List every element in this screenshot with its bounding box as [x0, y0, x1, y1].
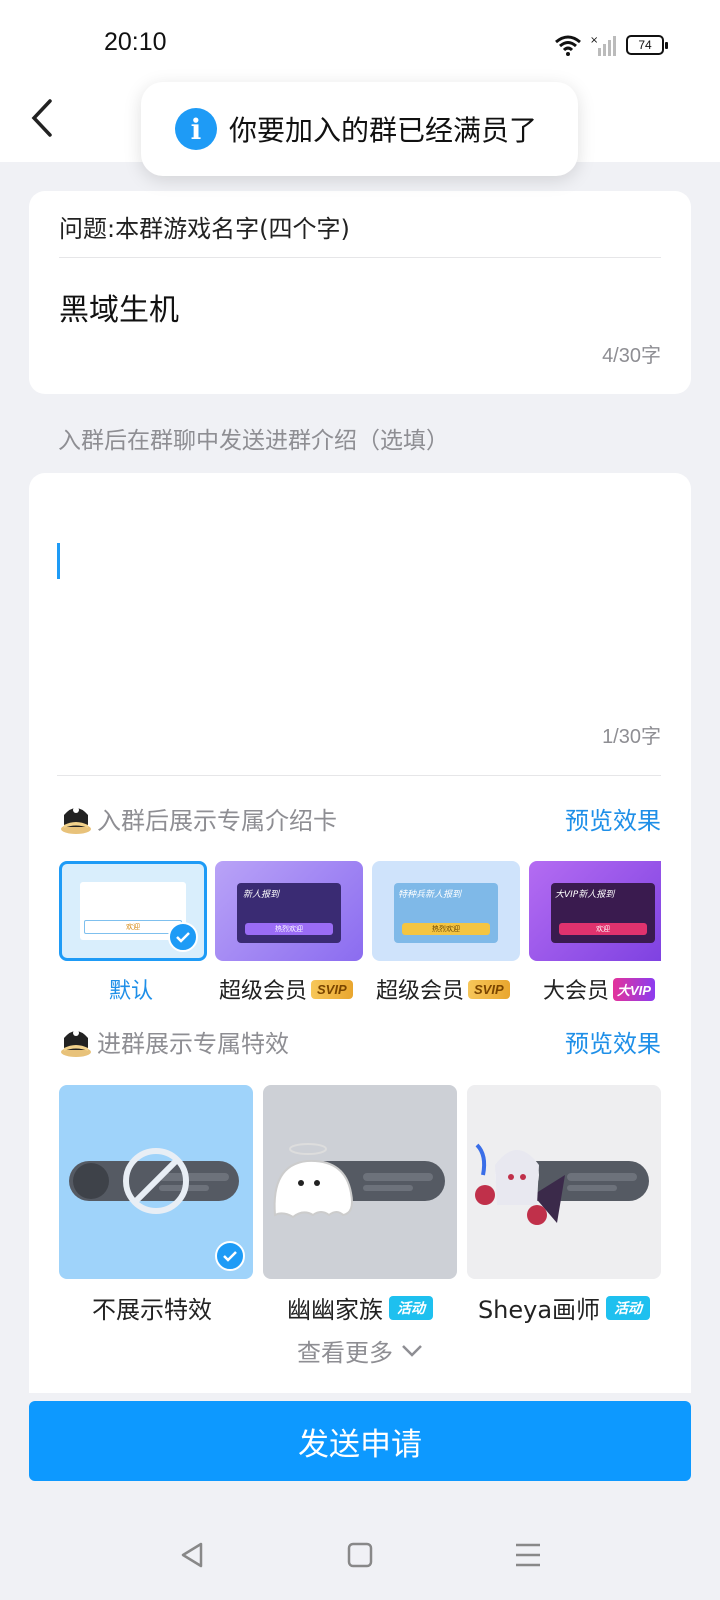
svip-badge: SVIP: [468, 979, 510, 999]
square-home-icon: [347, 1542, 373, 1568]
status-bar: 20:10 × 74: [0, 0, 720, 90]
effects-section-header: 进群展示专属特效 预览效果: [59, 1021, 661, 1061]
card-label-text: 超级会员: [219, 979, 308, 1004]
signal-icon: ×: [590, 35, 616, 56]
effect-label-text: Sheya画师: [477, 1296, 601, 1324]
question-label: 问题:本群游戏名字(四个字): [59, 215, 350, 243]
ghost-icon: [273, 1143, 445, 1219]
toast-message: 你要加入的群已经满员了: [229, 114, 538, 147]
intro-hint: 入群后在群聊中发送进群介绍（选填）: [58, 428, 449, 454]
menu-icon: [516, 1543, 540, 1567]
wifi-icon: [555, 35, 581, 56]
effect-label-text: 不展示特效: [92, 1296, 212, 1324]
card-banner-text: 大VIP新人报到: [555, 890, 615, 900]
intro-card-list: 欢迎 新人报到 热烈欢迎 特种兵新人报到 热烈欢迎 大VIP新人报到 欢迎 默认…: [59, 861, 661, 1011]
intro-card-svip-2[interactable]: 特种兵新人报到 热烈欢迎: [372, 861, 520, 961]
divider: [59, 257, 661, 258]
intro-card-section-header: 入群后展示专属介绍卡 预览效果: [59, 798, 661, 838]
chevron-down-icon: [402, 1344, 422, 1357]
intro-card-big-vip[interactable]: 大VIP新人报到 欢迎: [529, 861, 661, 961]
info-icon: i: [175, 108, 217, 150]
effects-list: 不展示特效 幽幽家族 活动 Sheya画师 活动: [59, 1085, 661, 1325]
nav-menu-button[interactable]: [504, 1531, 552, 1579]
effect-label-none: 不展示特效: [55, 1290, 249, 1325]
crown-icon: [61, 1030, 91, 1057]
section-title: 进群展示专属特效: [97, 1029, 289, 1058]
effect-card-none[interactable]: [59, 1085, 253, 1279]
intro-card-label-big-vip: 大会员 大VIP: [543, 973, 655, 1005]
vip-badge: 大VIP: [613, 977, 655, 1001]
see-more-button[interactable]: 查看更多: [29, 1333, 691, 1368]
toast: i 你要加入的群已经满员了: [141, 82, 578, 176]
text-cursor: [57, 543, 60, 579]
effect-label-sheya-artist: Sheya画师 活动: [467, 1290, 661, 1325]
card-preview-button: 欢迎: [559, 923, 647, 935]
question-card: 问题:本群游戏名字(四个字) 黑域生机 4/30字: [29, 191, 691, 394]
triangle-back-icon: [181, 1542, 203, 1568]
status-icons: × 74: [554, 30, 668, 60]
effect-card-ghost-family[interactable]: [263, 1085, 457, 1279]
effect-label-text: 幽幽家族: [287, 1296, 383, 1324]
answer-input[interactable]: 黑域生机: [59, 285, 179, 329]
intro-card-default[interactable]: 欢迎: [59, 861, 207, 961]
card-label-text: 超级会员: [376, 979, 465, 1004]
card-banner-text: 特种兵新人报到: [398, 890, 462, 900]
preview-intro-card-link[interactable]: 预览效果: [565, 801, 661, 836]
nav-back-button[interactable]: [168, 1531, 216, 1579]
card-preview-button: 热烈欢迎: [402, 923, 490, 935]
crown-icon: [61, 807, 91, 834]
intro-card-panel: 1/30字 入群后展示专属介绍卡 预览效果 欢迎 新人报到 热烈欢迎 特种兵新人…: [29, 473, 691, 1393]
battery-icon: 74: [626, 35, 668, 55]
activity-badge: 活动: [606, 1295, 651, 1320]
svg-text:×: ×: [590, 35, 598, 46]
card-label-text: 大会员: [543, 979, 610, 1004]
intro-card-label-svip-1: 超级会员 SVIP: [219, 973, 353, 1005]
system-nav-bar: [0, 1510, 720, 1600]
intro-card-label-default: 默认: [109, 973, 153, 1005]
check-icon: [215, 1241, 245, 1271]
effect-card-sheya-artist[interactable]: [467, 1085, 661, 1279]
card-preview-button: 热烈欢迎: [245, 923, 333, 935]
intro-char-count: 1/30字: [602, 726, 661, 748]
nav-home-button[interactable]: [336, 1531, 384, 1579]
status-time: 20:10: [104, 28, 167, 56]
intro-card-label-svip-2: 超级会员 SVIP: [376, 973, 510, 1005]
send-request-button[interactable]: 发送申请: [29, 1401, 691, 1481]
card-preview-button: 欢迎: [84, 920, 182, 934]
answer-char-count: 4/30字: [602, 345, 661, 367]
intro-card-svip-1[interactable]: 新人报到 热烈欢迎: [215, 861, 363, 961]
preview-effects-link[interactable]: 预览效果: [565, 1024, 661, 1059]
card-label-text: 默认: [109, 979, 154, 1004]
anime-character-icon: [475, 1143, 649, 1225]
svip-badge: SVIP: [311, 979, 353, 999]
check-icon: [168, 922, 198, 952]
intro-textarea[interactable]: [29, 473, 691, 763]
card-banner-text: 新人报到: [243, 890, 280, 900]
effect-label-ghost-family: 幽幽家族 活动: [263, 1290, 457, 1325]
activity-badge: 活动: [389, 1295, 433, 1320]
see-more-label: 查看更多: [297, 1339, 393, 1367]
section-title: 入群后展示专属介绍卡: [97, 806, 337, 835]
divider: [57, 775, 661, 776]
